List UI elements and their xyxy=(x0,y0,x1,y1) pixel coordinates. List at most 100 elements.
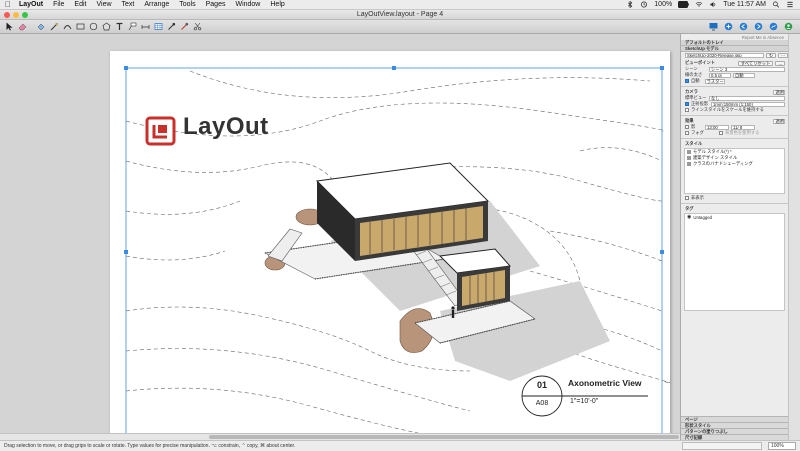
table-icon xyxy=(154,23,163,30)
tag-list-item[interactable]: ◉ Untagged xyxy=(685,214,784,220)
vertical-scrollbar[interactable] xyxy=(788,34,800,440)
horizontal-scrollbar[interactable] xyxy=(0,433,680,440)
style-list-item[interactable]: クラスのバナドシェーディング xyxy=(685,161,784,167)
status-bar: Drag selection to move, or drag grips to… xyxy=(0,440,800,451)
hidden-geometry-label: 非表示 xyxy=(691,195,704,200)
send-to-button[interactable] xyxy=(768,21,779,32)
menu-arrange[interactable]: Arrange xyxy=(144,1,169,8)
menu-bar:  LayOut File Edit View Text Arrange Too… xyxy=(0,0,800,10)
menu-app-name[interactable]: LayOut xyxy=(19,1,43,8)
wifi-icon[interactable] xyxy=(695,1,703,8)
model-more-button[interactable]: ⋯ xyxy=(777,52,788,58)
styles-list[interactable]: モデル スタイル(*) * 建築デザイン スタイル クラスのバナドシェーディング xyxy=(684,148,785,194)
menu-tools[interactable]: Tools xyxy=(179,1,195,8)
menu-file[interactable]: File xyxy=(53,1,64,8)
apple-icon[interactable]:  xyxy=(5,0,13,9)
line-tool-button[interactable] xyxy=(49,21,60,32)
style-tool-button[interactable] xyxy=(36,21,47,32)
hidden-geometry-checkbox[interactable] xyxy=(685,196,689,200)
styles-section-label: スタイル xyxy=(685,141,703,146)
timemachine-icon[interactable] xyxy=(640,1,648,8)
eraser-tool-button[interactable] xyxy=(17,21,28,32)
circle-tool-button[interactable] xyxy=(88,21,99,32)
ortho-checkbox[interactable] xyxy=(685,102,689,106)
notification-center-icon[interactable] xyxy=(786,1,794,8)
ortho-scale-select[interactable]: 1mm:150mm (1:150) xyxy=(711,101,785,107)
spotlight-icon[interactable] xyxy=(772,1,780,8)
add-page-icon xyxy=(724,22,733,31)
page-drawing[interactable] xyxy=(110,51,670,451)
dimension-tool-button[interactable] xyxy=(140,21,151,32)
refresh-model-button[interactable]: ↻ xyxy=(766,52,776,58)
zoom-select[interactable]: 100% xyxy=(768,442,796,450)
model-file-field[interactable]: SketchUp-2020-Release.skp xyxy=(685,52,765,58)
dimension-panel-header[interactable]: 尺寸記録 xyxy=(681,434,788,440)
scene-select[interactable]: シーン 3 xyxy=(709,66,785,72)
arc-tool-button[interactable] xyxy=(62,21,73,32)
sample-tool-button[interactable] xyxy=(166,21,177,32)
monitor-icon xyxy=(709,23,718,31)
paper-page[interactable]: LayOut 01 A08 Axonometric View 1"=10'-0" xyxy=(110,51,670,451)
eyedropper-icon xyxy=(168,22,176,30)
menu-text[interactable]: Text xyxy=(122,1,135,8)
style-thumbnail-icon xyxy=(687,162,691,166)
standard-view-select[interactable]: なし xyxy=(709,95,785,101)
menu-edit[interactable]: Edit xyxy=(74,1,86,8)
document-canvas[interactable]: LayOut 01 A08 Axonometric View 1"=10'-0" xyxy=(0,34,680,451)
menu-help[interactable]: Help xyxy=(270,1,284,8)
menu-pages[interactable]: Pages xyxy=(206,1,226,8)
camera-apply-select[interactable]: 適用 xyxy=(773,89,785,95)
style-thumbnail-icon xyxy=(687,150,691,154)
polygon-tool-button[interactable] xyxy=(101,21,112,32)
next-page-button[interactable] xyxy=(753,21,764,32)
label-tool-button[interactable] xyxy=(127,21,138,32)
use-bg-color-checkbox[interactable] xyxy=(719,131,723,135)
sheet-number: A08 xyxy=(535,400,549,407)
previous-page-icon xyxy=(739,22,748,31)
label-icon xyxy=(128,22,137,31)
render-mode-select[interactable]: ラスター xyxy=(704,78,725,84)
next-page-icon xyxy=(754,22,763,31)
tags-section-label: タグ xyxy=(685,206,694,211)
polygon-icon xyxy=(102,22,111,31)
previous-page-button[interactable] xyxy=(738,21,749,32)
split-tool-button[interactable] xyxy=(192,21,203,32)
logo-wordmark: LayOut xyxy=(183,113,269,140)
paint-brush-icon xyxy=(181,22,189,30)
paint-tool-button[interactable] xyxy=(179,21,190,32)
visibility-eye-icon[interactable]: ◉ xyxy=(687,214,691,220)
layout-logo-mark xyxy=(145,116,176,146)
fog-checkbox[interactable] xyxy=(685,131,689,135)
volume-icon[interactable] xyxy=(709,1,717,8)
horizontal-scroll-thumb[interactable] xyxy=(209,435,679,439)
text-tool-button[interactable] xyxy=(114,21,125,32)
presentation-button[interactable] xyxy=(708,21,719,32)
eraser-icon xyxy=(18,23,27,31)
arrow-cursor-icon xyxy=(6,22,13,31)
line-weight-unit-select[interactable]: 自動 xyxy=(733,72,755,78)
viewpoint-more-button[interactable]: ... xyxy=(775,60,785,66)
select-tool-button[interactable] xyxy=(4,21,15,32)
bluetooth-icon[interactable] xyxy=(626,1,634,8)
shadow-date-field[interactable]: 11/ 8 xyxy=(731,124,755,130)
tags-list[interactable]: ◉ Untagged xyxy=(684,213,785,311)
battery-icon[interactable] xyxy=(678,1,689,8)
effects-apply-select[interactable]: 適用 xyxy=(773,118,785,124)
measurements-box[interactable] xyxy=(682,442,762,450)
rectangle-tool-button[interactable] xyxy=(75,21,86,32)
menu-window[interactable]: Window xyxy=(235,1,260,8)
add-page-button[interactable] xyxy=(723,21,734,32)
preserve-scale-checkbox[interactable] xyxy=(685,108,689,112)
account-button[interactable] xyxy=(783,21,794,32)
reset-all-button[interactable]: すべてリセット xyxy=(737,60,774,66)
shadows-checkbox[interactable] xyxy=(685,125,689,129)
menu-view[interactable]: View xyxy=(96,1,111,8)
table-tool-button[interactable] xyxy=(153,21,164,32)
menubar-status-area: 100% Tue 11:57 AM xyxy=(626,1,800,8)
clock[interactable]: Tue 11:57 AM xyxy=(723,1,766,8)
auto-render-checkbox[interactable] xyxy=(685,79,689,83)
tag-item-label: Untagged xyxy=(693,214,713,220)
shadow-time-field[interactable]: 13:00 xyxy=(705,124,729,130)
text-icon xyxy=(116,22,123,30)
line-weight-input[interactable]: 0.5 pt xyxy=(709,72,731,78)
